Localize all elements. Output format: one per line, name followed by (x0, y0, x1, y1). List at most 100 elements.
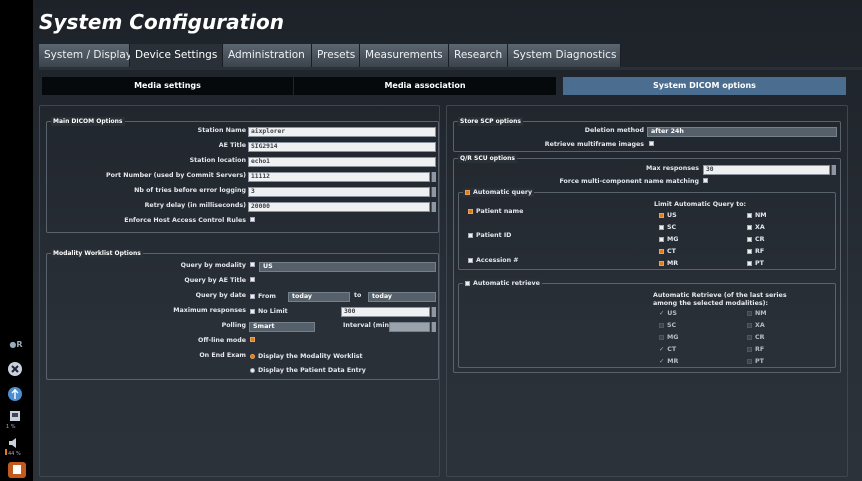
port-spinner[interactable] (431, 172, 436, 182)
offline-checkbox[interactable] (250, 337, 255, 342)
subtab-media-settings[interactable]: Media settings (42, 77, 293, 95)
tab-system-diagnostics[interactable]: System Diagnostics (508, 44, 621, 67)
q-mod-us-box[interactable] (659, 213, 664, 218)
auto-query-box[interactable] (465, 190, 470, 195)
retrieve-multiframe-checkbox[interactable] (649, 141, 654, 146)
q-mod-cr-box[interactable] (747, 237, 752, 242)
worklist-max-label: Maximum responses (173, 307, 246, 314)
ae-title-label: AE Title (218, 142, 246, 149)
q-mod-pt-box[interactable] (747, 261, 752, 266)
onend-radio-1[interactable] (250, 354, 255, 359)
close-round-icon[interactable] (6, 360, 26, 376)
onend-radio-2[interactable] (250, 368, 255, 373)
q-mod-xa[interactable]: XA (747, 223, 765, 232)
q-mod-pt[interactable]: PT (747, 259, 764, 268)
accession-box[interactable] (468, 258, 473, 263)
force-box[interactable] (703, 178, 708, 183)
modality-select[interactable]: US (259, 262, 436, 272)
q-mod-sc-box[interactable] (659, 225, 664, 230)
q-mod-nm[interactable]: NM (747, 211, 767, 220)
q-mod-mg[interactable]: MG (659, 235, 678, 244)
tries-spinner[interactable] (431, 187, 436, 197)
by-date-checkbox[interactable]: From (250, 292, 276, 301)
qr-max-label: Max responses (646, 165, 699, 172)
tab-underline (39, 67, 862, 70)
tab-research[interactable]: Research (449, 44, 508, 67)
accession-checkbox[interactable]: Accession # (468, 256, 519, 265)
q-mod-rf[interactable]: RF (747, 247, 764, 256)
subtab-system-dicom-options[interactable]: System DICOM options (563, 77, 846, 95)
auto-retrieve-checkbox[interactable]: Automatic retrieve (463, 279, 542, 288)
by-ae-label: Query by AE Title (184, 277, 246, 284)
q-mod-mr[interactable]: MR (659, 259, 678, 268)
enforce-box[interactable] (250, 217, 255, 222)
q-mod-xa-box[interactable] (747, 225, 752, 230)
patient-id-box[interactable] (468, 233, 473, 238)
by-modality-checkbox[interactable] (250, 262, 255, 267)
port-input[interactable]: 11112 (248, 172, 430, 182)
by-date-box[interactable] (250, 294, 255, 299)
by-modality-box[interactable] (250, 262, 255, 267)
auto-retrieve-box[interactable] (465, 281, 470, 286)
auto-query-checkbox[interactable]: Automatic query (463, 188, 535, 197)
q-mod-sc[interactable]: SC (659, 223, 676, 232)
qr-max-spinner[interactable] (831, 165, 836, 175)
no-limit-checkbox[interactable]: No Limit (250, 307, 288, 316)
tab-measurements[interactable]: Measurements (360, 44, 449, 67)
tries-input[interactable]: 3 (248, 187, 430, 197)
onend-option-worklist[interactable]: Display the Modality Worklist (250, 352, 363, 361)
q-mod-us[interactable]: US (659, 211, 677, 220)
from-select[interactable]: today (288, 292, 350, 302)
patient-name-checkbox[interactable]: Patient name (468, 207, 523, 216)
q-mod-mg-box[interactable] (659, 237, 664, 242)
patient-id-checkbox[interactable]: Patient ID (468, 231, 511, 240)
retrieve-multiframe-box[interactable] (649, 141, 654, 146)
r-mod-sc-box (659, 323, 664, 328)
by-ae-checkbox[interactable] (250, 277, 255, 282)
force-checkbox[interactable] (703, 178, 708, 183)
no-limit-box[interactable] (250, 309, 255, 314)
retry-spinner[interactable] (431, 202, 436, 212)
offline-label: Off-line mode (198, 337, 246, 344)
q-mod-ct-box[interactable] (659, 249, 664, 254)
storage-percent-2: 44 % (5, 449, 21, 457)
enforce-checkbox[interactable] (250, 217, 255, 222)
retry-input[interactable]: 20000 (248, 202, 430, 212)
usb-icon[interactable] (6, 385, 26, 401)
tab-device-settings[interactable]: Device Settings (130, 44, 223, 67)
r-mod-rf-box (747, 347, 752, 352)
worklist-max-spinner[interactable] (431, 307, 436, 317)
q-mod-ct[interactable]: CT (659, 247, 676, 256)
ae-title-input[interactable]: SIG2914 (248, 142, 436, 152)
r-mod-cr: CR (747, 333, 764, 342)
offline-box[interactable] (250, 337, 255, 342)
to-select[interactable]: today (368, 292, 436, 302)
q-mod-sc-label: SC (667, 224, 677, 231)
tries-label: Nb of tries before error logging (134, 187, 246, 194)
station-name-input[interactable]: aixplorer (248, 127, 436, 137)
r-mod-mg-label: MG (667, 334, 679, 341)
q-mod-nm-box[interactable] (747, 213, 752, 218)
tab-presets[interactable]: Presets (312, 44, 360, 67)
exit-icon[interactable] (8, 462, 26, 478)
subtab-media-association[interactable]: Media association (294, 77, 556, 95)
q-mod-rf-box[interactable] (747, 249, 752, 254)
patient-name-label: Patient name (476, 208, 524, 215)
interval-spinner[interactable] (431, 322, 436, 332)
qr-max-input[interactable]: 30 (703, 165, 830, 175)
patient-name-box[interactable] (468, 209, 473, 214)
q-mod-cr[interactable]: CR (747, 235, 764, 244)
tab-system-display[interactable]: System / Display (39, 44, 132, 67)
left-status-strip: ●R 1 % 44 % (0, 0, 33, 481)
polling-select[interactable]: Smart (249, 322, 315, 332)
interval-input[interactable] (389, 322, 430, 332)
onend-option-patient[interactable]: Display the Patient Data Entry (250, 366, 366, 375)
worklist-max-input[interactable]: 300 (341, 307, 430, 317)
tab-administration[interactable]: Administration (223, 44, 312, 67)
q-mod-mr-box[interactable] (659, 261, 664, 266)
main-dicom-title: Main DICOM Options (51, 117, 125, 126)
deletion-select[interactable]: after 24h (647, 127, 837, 137)
station-location-input[interactable]: echo1 (248, 157, 436, 167)
r-mod-cr-box (747, 335, 752, 340)
by-ae-box[interactable] (250, 277, 255, 282)
